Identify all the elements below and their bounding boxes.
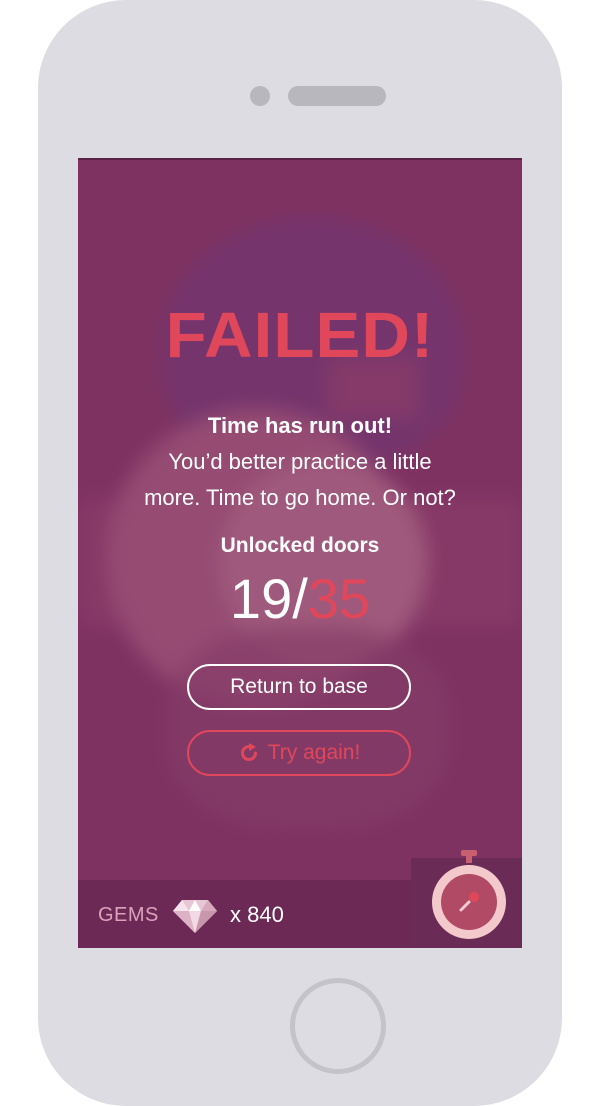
failed-title: FAILED! bbox=[165, 299, 435, 371]
refresh-icon bbox=[238, 742, 260, 764]
speaker-grille bbox=[288, 86, 386, 106]
doors-total-value: 35 bbox=[307, 567, 371, 630]
doors-unlocked-value: 19 bbox=[229, 567, 293, 630]
failure-message: Time has run out! You’d better practice … bbox=[98, 408, 502, 516]
timer-button[interactable] bbox=[411, 850, 522, 948]
camera-dot bbox=[250, 86, 270, 106]
return-to-base-button[interactable]: Return to base bbox=[187, 664, 411, 710]
return-to-base-label: Return to base bbox=[230, 675, 368, 698]
doors-separator: / bbox=[292, 567, 308, 630]
screen-top-edge bbox=[78, 158, 522, 160]
unlocked-doors-count: 19/35 bbox=[78, 566, 522, 632]
try-again-label: Try again! bbox=[267, 741, 361, 764]
unlocked-doors-label: Unlocked doors bbox=[220, 534, 380, 557]
gems-count: x 840 bbox=[230, 902, 284, 927]
message-line-2: more. Time to go home. Or not? bbox=[144, 485, 456, 510]
diamond-icon bbox=[172, 898, 218, 939]
home-button[interactable] bbox=[290, 978, 386, 1074]
message-line-1: You’d better practice a little bbox=[168, 449, 432, 474]
gems-label: GEMS bbox=[98, 904, 159, 926]
stopwatch-icon bbox=[429, 850, 509, 947]
try-again-button[interactable]: Try again! bbox=[187, 730, 411, 776]
message-headline: Time has run out! bbox=[207, 413, 393, 438]
game-screen: FAILED! Time has run out! You’d better p… bbox=[78, 158, 522, 948]
